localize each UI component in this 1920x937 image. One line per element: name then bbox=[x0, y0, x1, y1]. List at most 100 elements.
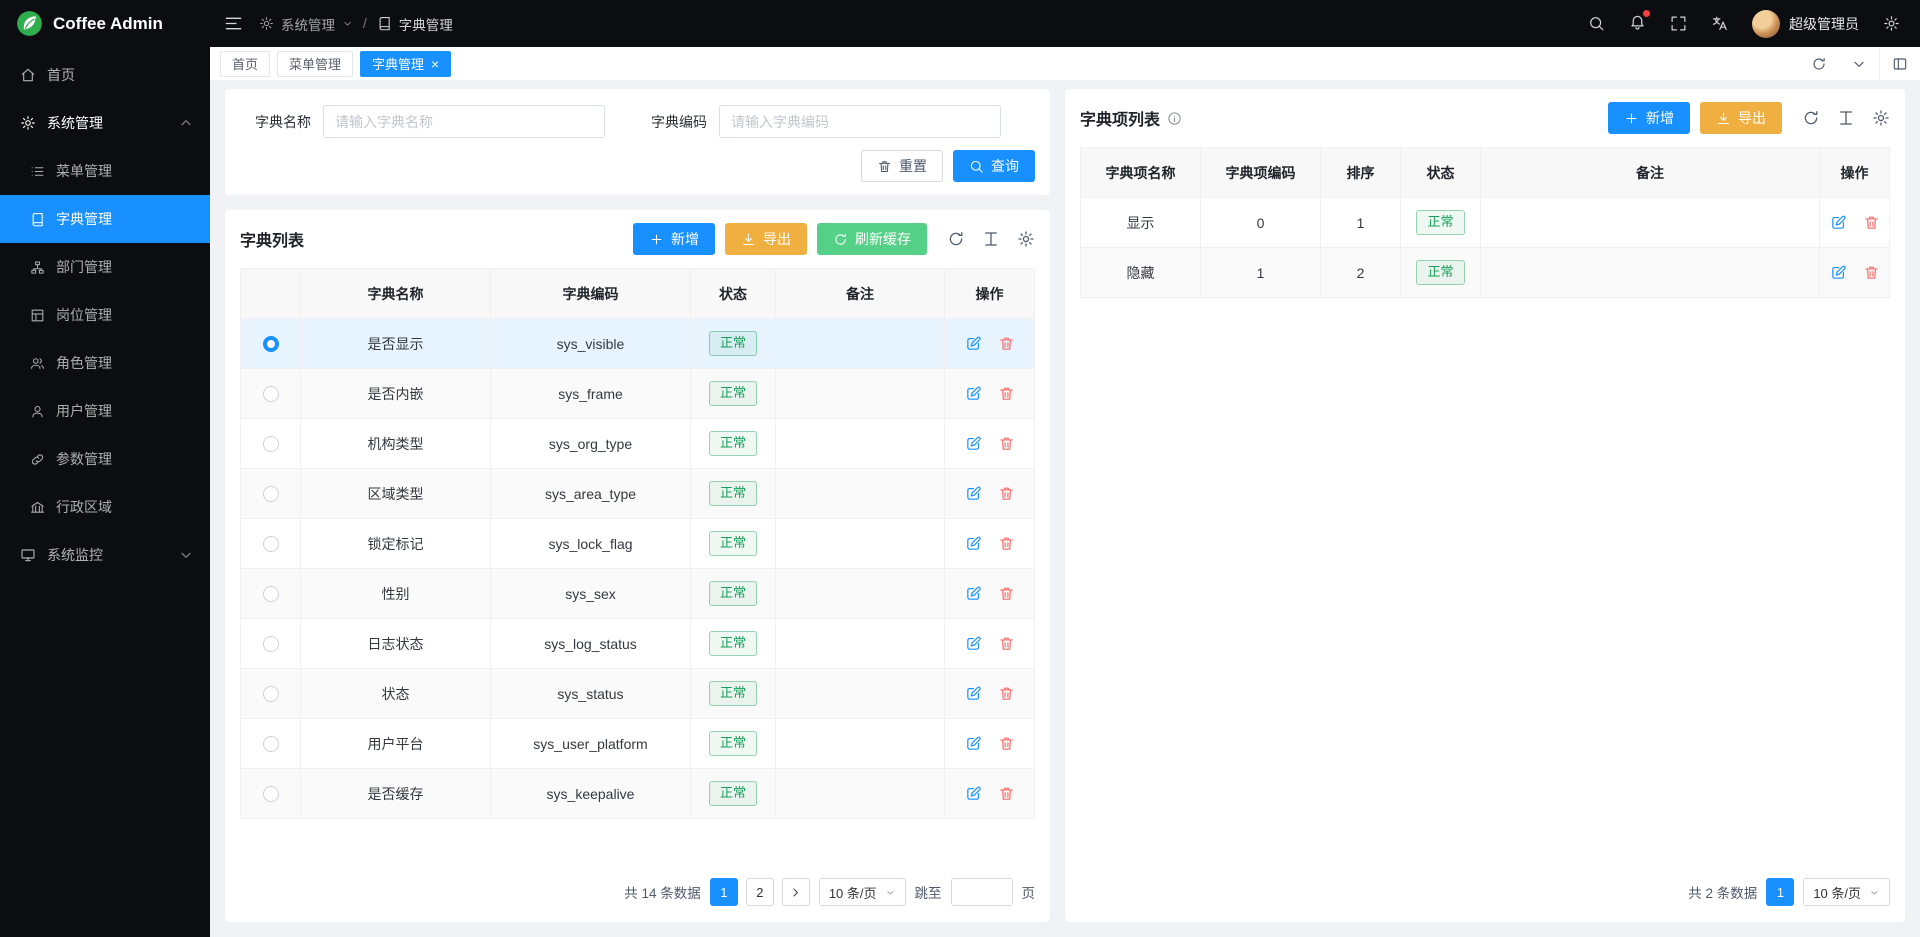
edit-icon[interactable] bbox=[965, 735, 982, 752]
export-dict-button[interactable]: 导出 bbox=[725, 223, 807, 255]
edit-icon[interactable] bbox=[965, 385, 982, 402]
delete-icon[interactable] bbox=[998, 685, 1015, 702]
table-row[interactable]: 机构类型sys_org_type正常 bbox=[241, 419, 1035, 469]
reload-table-icon[interactable] bbox=[1802, 109, 1820, 127]
tab-1[interactable]: 菜单管理 bbox=[277, 51, 353, 77]
next-page-button[interactable] bbox=[782, 878, 810, 906]
tab-2[interactable]: 字典管理× bbox=[360, 51, 451, 77]
edit-icon[interactable] bbox=[965, 785, 982, 802]
row-radio[interactable] bbox=[263, 686, 279, 702]
delete-icon[interactable] bbox=[998, 785, 1015, 802]
sidebar-subitem-users[interactable]: 角色管理 bbox=[0, 339, 210, 387]
edit-icon[interactable] bbox=[965, 335, 982, 352]
sidebar-subitem-link[interactable]: 参数管理 bbox=[0, 435, 210, 483]
row-radio[interactable] bbox=[263, 786, 279, 802]
translate-icon[interactable] bbox=[1711, 15, 1728, 32]
dict-code: sys_lock_flag bbox=[491, 519, 691, 569]
table-row[interactable]: 锁定标记sys_lock_flag正常 bbox=[241, 519, 1035, 569]
delete-icon[interactable] bbox=[998, 635, 1015, 652]
delete-icon[interactable] bbox=[1863, 264, 1880, 281]
sidebar-item-monitor[interactable]: 系统监控 bbox=[0, 531, 210, 579]
sidebar-subitem-book[interactable]: 字典管理 bbox=[0, 195, 210, 243]
edit-icon[interactable] bbox=[1830, 264, 1847, 281]
edit-icon[interactable] bbox=[1830, 214, 1847, 231]
table-row[interactable]: 状态sys_status正常 bbox=[241, 669, 1035, 719]
row-radio[interactable] bbox=[263, 586, 279, 602]
delete-icon[interactable] bbox=[998, 735, 1015, 752]
expand-content-icon[interactable] bbox=[1879, 47, 1920, 80]
delete-icon[interactable] bbox=[998, 335, 1015, 352]
fullscreen-icon[interactable] bbox=[1670, 15, 1687, 32]
sidebar-subitem-list[interactable]: 菜单管理 bbox=[0, 147, 210, 195]
table-row[interactable]: 性别sys_sex正常 bbox=[241, 569, 1035, 619]
breadcrumb-system[interactable]: 系统管理 bbox=[259, 14, 353, 34]
delete-icon[interactable] bbox=[1863, 214, 1880, 231]
notification-dot bbox=[1643, 10, 1650, 17]
dict-code-input[interactable] bbox=[719, 105, 1001, 138]
page-button-1[interactable]: 1 bbox=[710, 878, 738, 906]
delete-icon[interactable] bbox=[998, 485, 1015, 502]
row-radio[interactable] bbox=[263, 336, 279, 352]
sidebar-subitem-frame[interactable]: 岗位管理 bbox=[0, 291, 210, 339]
dict-name: 区域类型 bbox=[301, 469, 491, 519]
table-row[interactable]: 是否内嵌sys_frame正常 bbox=[241, 369, 1035, 419]
settings-gear-icon[interactable] bbox=[1883, 15, 1900, 32]
row-radio[interactable] bbox=[263, 536, 279, 552]
page-size-select[interactable]: 10 条/页 bbox=[819, 878, 906, 906]
dict-name-input[interactable] bbox=[323, 105, 605, 138]
page-button-1[interactable]: 1 bbox=[1766, 878, 1794, 906]
sidebar-item-home[interactable]: 首页 bbox=[0, 51, 210, 99]
delete-icon[interactable] bbox=[998, 385, 1015, 402]
add-dict-button[interactable]: 新增 bbox=[633, 223, 715, 255]
table-row[interactable]: 区域类型sys_area_type正常 bbox=[241, 469, 1035, 519]
refresh-tab-icon[interactable] bbox=[1799, 47, 1839, 80]
table-settings-icon[interactable] bbox=[1017, 230, 1035, 248]
breadcrumb-dict[interactable]: 字典管理 bbox=[377, 14, 453, 34]
table-row[interactable]: 隐藏12正常 bbox=[1081, 248, 1890, 298]
sidebar-item-system[interactable]: 系统管理 bbox=[0, 99, 210, 147]
delete-icon[interactable] bbox=[998, 585, 1015, 602]
reload-table-icon[interactable] bbox=[947, 230, 965, 248]
sidebar-item-label: 菜单管理 bbox=[56, 161, 112, 181]
delete-icon[interactable] bbox=[998, 435, 1015, 452]
user-menu[interactable]: 超级管理员 bbox=[1752, 10, 1859, 38]
row-radio[interactable] bbox=[263, 636, 279, 652]
add-dict-item-button[interactable]: 新增 bbox=[1608, 102, 1690, 134]
tab-actions-chevron-icon[interactable] bbox=[1839, 47, 1879, 80]
row-radio[interactable] bbox=[263, 736, 279, 752]
row-radio[interactable] bbox=[263, 386, 279, 402]
edit-icon[interactable] bbox=[965, 435, 982, 452]
tab-0[interactable]: 首页 bbox=[220, 51, 270, 77]
sidebar-subitem-tree[interactable]: 部门管理 bbox=[0, 243, 210, 291]
tab-close-icon[interactable]: × bbox=[431, 57, 439, 71]
sidebar-subitem-user[interactable]: 用户管理 bbox=[0, 387, 210, 435]
row-radio[interactable] bbox=[263, 486, 279, 502]
search-icon[interactable] bbox=[1588, 15, 1605, 32]
table-row[interactable]: 日志状态sys_log_status正常 bbox=[241, 619, 1035, 669]
app-logo[interactable]: Coffee Admin bbox=[0, 0, 210, 47]
notifications-button[interactable] bbox=[1629, 13, 1646, 35]
export-dict-item-button[interactable]: 导出 bbox=[1700, 102, 1782, 134]
edit-icon[interactable] bbox=[965, 585, 982, 602]
collapse-menu-icon[interactable] bbox=[224, 14, 243, 33]
refresh-cache-button[interactable]: 刷新缓存 bbox=[817, 223, 927, 255]
query-button[interactable]: 查询 bbox=[953, 150, 1035, 182]
edit-icon[interactable] bbox=[965, 535, 982, 552]
edit-icon[interactable] bbox=[965, 685, 982, 702]
column-height-icon[interactable] bbox=[1837, 109, 1855, 127]
edit-icon[interactable] bbox=[965, 485, 982, 502]
table-row[interactable]: 是否缓存sys_keepalive正常 bbox=[241, 769, 1035, 819]
edit-icon[interactable] bbox=[965, 635, 982, 652]
page-size-select[interactable]: 10 条/页 bbox=[1803, 878, 1890, 906]
reset-button[interactable]: 重置 bbox=[861, 150, 943, 182]
table-row[interactable]: 用户平台sys_user_platform正常 bbox=[241, 719, 1035, 769]
jump-page-input[interactable] bbox=[951, 878, 1013, 906]
delete-icon[interactable] bbox=[998, 535, 1015, 552]
column-height-icon[interactable] bbox=[982, 230, 1000, 248]
sidebar-subitem-bank[interactable]: 行政区域 bbox=[0, 483, 210, 531]
table-row[interactable]: 显示01正常 bbox=[1081, 198, 1890, 248]
table-settings-icon[interactable] bbox=[1872, 109, 1890, 127]
row-radio[interactable] bbox=[263, 436, 279, 452]
page-button-2[interactable]: 2 bbox=[746, 878, 774, 906]
table-row[interactable]: 是否显示sys_visible正常 bbox=[241, 319, 1035, 369]
